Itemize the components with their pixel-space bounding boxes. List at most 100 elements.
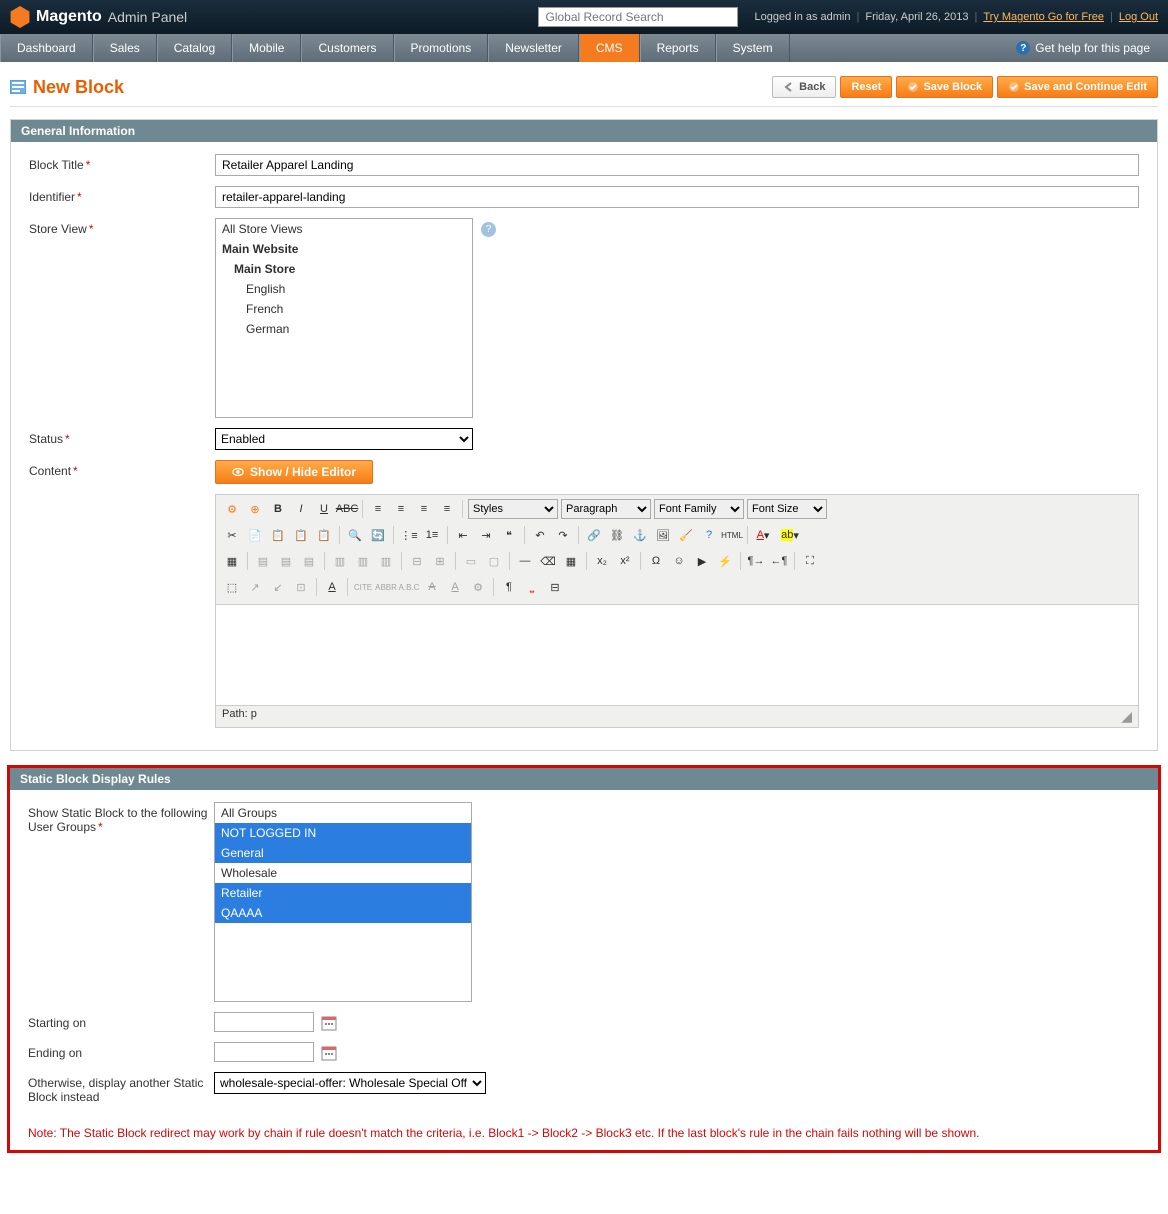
align-left-icon[interactable]: ≡ (368, 499, 388, 519)
store-view-option[interactable]: All Store Views (216, 219, 472, 239)
store-view-option[interactable]: French (216, 299, 472, 319)
number-list-icon[interactable]: 1≡ (422, 525, 442, 545)
row-props-icon[interactable]: ▭ (461, 551, 481, 571)
save-continue-button[interactable]: Save and Continue Edit (997, 76, 1158, 98)
status-select[interactable]: Enabled (215, 428, 473, 450)
global-search-input[interactable] (538, 7, 738, 27)
link-icon[interactable]: 🔗 (584, 525, 604, 545)
move-back-icon[interactable]: ↙ (268, 577, 288, 597)
row-before-icon[interactable]: ▤ (253, 551, 273, 571)
bullet-list-icon[interactable]: ⋮≡ (399, 525, 419, 545)
media-icon[interactable]: ▶ (692, 551, 712, 571)
group-option[interactable]: Retailer (215, 883, 471, 903)
paste-word-icon[interactable]: 📋 (314, 525, 334, 545)
group-option[interactable]: Wholesale (215, 863, 471, 883)
table-icon[interactable]: ▦ (222, 551, 242, 571)
try-magento-link[interactable]: Try Magento Go for Free (983, 11, 1104, 23)
strikethrough-icon[interactable]: ABC (337, 499, 357, 519)
nav-customers[interactable]: Customers (301, 34, 393, 62)
flash-icon[interactable]: ⚡ (715, 551, 735, 571)
styles-select[interactable]: Styles (468, 499, 558, 519)
cite-icon[interactable]: CITE (353, 577, 373, 597)
backcolor-icon[interactable]: ab ▾ (776, 525, 804, 545)
col-after-icon[interactable]: ▥ (353, 551, 373, 571)
charmap-icon[interactable]: Ω (646, 551, 666, 571)
nav-dashboard[interactable]: Dashboard (0, 34, 93, 62)
ending-on-input[interactable] (214, 1042, 314, 1062)
pagebreak-icon[interactable]: ⊟ (545, 577, 565, 597)
nav-help[interactable]: ? Get help for this page (1016, 41, 1168, 55)
split-cells-icon[interactable]: ⊟ (407, 551, 427, 571)
del-icon[interactable]: A (422, 577, 442, 597)
group-option[interactable]: QAAAA (215, 903, 471, 923)
calendar-icon[interactable] (321, 1015, 337, 1031)
styleprops-icon[interactable]: A (322, 577, 342, 597)
col-before-icon[interactable]: ▥ (330, 551, 350, 571)
visualchars-icon[interactable]: ¶ (499, 577, 519, 597)
nav-catalog[interactable]: Catalog (157, 34, 232, 62)
group-option[interactable]: All Groups (215, 803, 471, 823)
user-groups-select[interactable]: All Groups NOT LOGGED IN General Wholesa… (214, 802, 472, 1002)
nbsp-icon[interactable]: ⎵ (522, 577, 542, 597)
remove-format-icon[interactable]: ⌫ (538, 551, 558, 571)
nav-newsletter[interactable]: Newsletter (488, 34, 579, 62)
format-select[interactable]: Paragraph (561, 499, 651, 519)
store-view-option[interactable]: English (216, 279, 472, 299)
fullscreen-icon[interactable]: ⛶ (800, 551, 820, 571)
cut-icon[interactable]: ✂ (222, 525, 242, 545)
layer-icon[interactable]: ⬚ (222, 577, 242, 597)
col-delete-icon[interactable]: ▥ (376, 551, 396, 571)
block-title-input[interactable] (215, 154, 1139, 176)
store-view-help-icon[interactable]: ? (481, 222, 496, 237)
italic-icon[interactable]: I (291, 499, 311, 519)
store-view-option[interactable]: Main Store (216, 259, 472, 279)
merge-cells-icon[interactable]: ⊞ (430, 551, 450, 571)
font-size-select[interactable]: Font Size (747, 499, 827, 519)
paste-text-icon[interactable]: 📋 (291, 525, 311, 545)
abbr-icon[interactable]: ABBR (376, 577, 396, 597)
back-button[interactable]: Back (772, 76, 836, 98)
row-delete-icon[interactable]: ▤ (299, 551, 319, 571)
identifier-input[interactable] (215, 186, 1139, 208)
font-family-select[interactable]: Font Family (654, 499, 744, 519)
bold-icon[interactable]: B (268, 499, 288, 519)
group-option[interactable]: General (215, 843, 471, 863)
widget-icon[interactable]: ⚙ (222, 499, 242, 519)
absolute-icon[interactable]: ⊡ (291, 577, 311, 597)
editor-content-area[interactable] (216, 605, 1138, 705)
group-option[interactable]: NOT LOGGED IN (215, 823, 471, 843)
row-after-icon[interactable]: ▤ (276, 551, 296, 571)
ltr-icon[interactable]: ¶→ (746, 551, 766, 571)
forecolor-icon[interactable]: A ▾ (753, 525, 773, 545)
store-view-select[interactable]: All Store Views Main Website Main Store … (215, 218, 473, 418)
calendar-icon[interactable] (321, 1045, 337, 1061)
nav-mobile[interactable]: Mobile (232, 34, 301, 62)
reset-button[interactable]: Reset (840, 76, 892, 98)
blockquote-icon[interactable]: ❝ (499, 525, 519, 545)
resize-handle-icon[interactable]: ◢ (1118, 708, 1132, 725)
align-justify-icon[interactable]: ≡ (437, 499, 457, 519)
save-button[interactable]: Save Block (896, 76, 993, 98)
help-editor-icon[interactable]: ? (699, 525, 719, 545)
cleanup-icon[interactable]: 🧹 (676, 525, 696, 545)
image-icon[interactable]: 🖼 (653, 525, 673, 545)
align-center-icon[interactable]: ≡ (391, 499, 411, 519)
outdent-icon[interactable]: ⇤ (453, 525, 473, 545)
emoticon-icon[interactable]: ☺ (669, 551, 689, 571)
nav-system[interactable]: System (716, 34, 790, 62)
logout-link[interactable]: Log Out (1119, 11, 1158, 23)
paste-icon[interactable]: 📋 (268, 525, 288, 545)
anchor-icon[interactable]: ⚓ (630, 525, 650, 545)
redo-icon[interactable]: ↷ (553, 525, 573, 545)
underline-icon[interactable]: U (314, 499, 334, 519)
nav-promotions[interactable]: Promotions (394, 34, 489, 62)
nav-sales[interactable]: Sales (93, 34, 157, 62)
otherwise-select[interactable]: wholesale-special-offer: Wholesale Speci… (214, 1072, 486, 1094)
undo-icon[interactable]: ↶ (530, 525, 550, 545)
store-view-option[interactable]: German (216, 319, 472, 339)
starting-on-input[interactable] (214, 1012, 314, 1032)
move-forward-icon[interactable]: ↗ (245, 577, 265, 597)
subscript-icon[interactable]: x₂ (592, 551, 612, 571)
acronym-icon[interactable]: A.B.C (399, 577, 419, 597)
nav-reports[interactable]: Reports (640, 34, 716, 62)
